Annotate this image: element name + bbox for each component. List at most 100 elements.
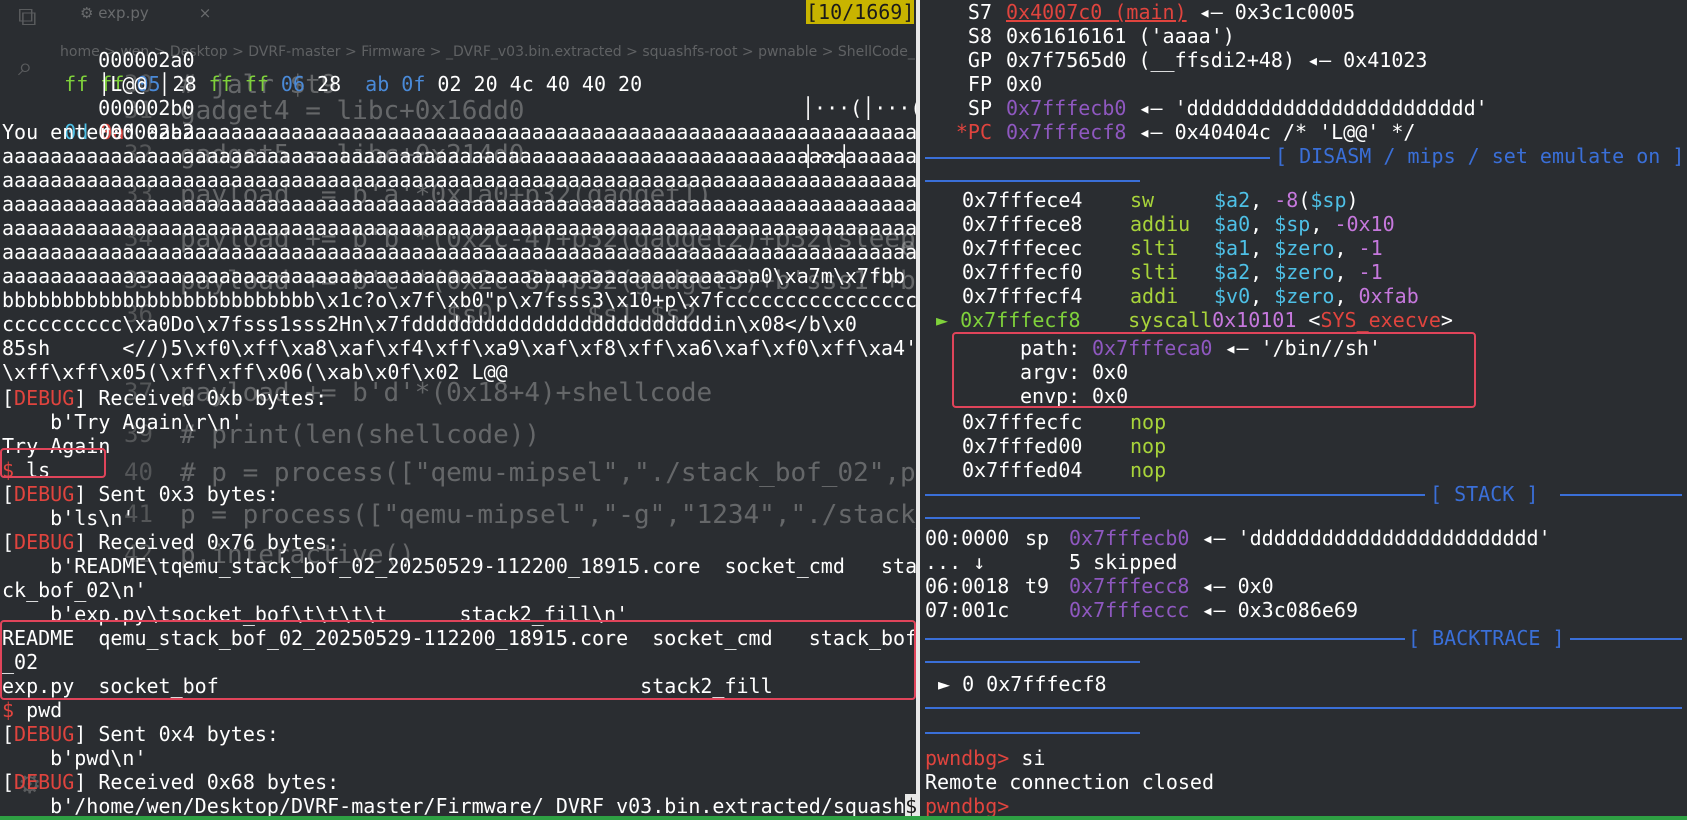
register-row: GP 0x7f7565d0 (__ffsdi2+48) ◂— 0x41023 — [920, 48, 1428, 72]
disasm-operands: $a0, $sp, -0x10 — [1214, 212, 1395, 236]
disasm-opcode: slti — [1130, 260, 1179, 284]
debug-data: b'README\tqemu_stack_bof_02_20250529-112… — [2, 554, 918, 578]
disasm-row: 0x7fffecf4 addi $v0, $zero, 0xfab — [962, 284, 1419, 308]
gdb-output: Remote connection closed — [925, 770, 1214, 794]
operand-token: , — [1250, 188, 1275, 212]
gdb-command-line[interactable]: pwndbg> — [925, 794, 1009, 818]
hex-byte: ff — [208, 72, 245, 96]
register-name: FP — [967, 72, 992, 96]
operand-token: , — [1250, 284, 1275, 308]
operand-token: , — [1334, 284, 1359, 308]
hex-byte: ff — [244, 72, 281, 96]
stack-header: [ STACK ] — [1430, 482, 1539, 506]
debug-line: [DEBUG] Received 0x68 bytes: — [2, 770, 340, 794]
register-name: S7 — [967, 0, 992, 24]
stack-offset: 06:0018 — [925, 574, 1010, 598]
separator-line — [925, 661, 1140, 663]
program-output-line: aaaaaaaaaaaaaaaaaaaaaaaaaaaaaaaaaaaaaaaa… — [2, 216, 978, 240]
debug-line: [DEBUG] Received 0x76 bytes: — [2, 530, 340, 554]
separator-line — [925, 517, 1140, 519]
stack-address: 0x7fffecc8 — [1069, 574, 1202, 598]
ls-command-highlight-box — [0, 448, 106, 478]
separator-line — [925, 180, 1140, 182]
operand-token: , — [1334, 260, 1359, 284]
disasm-address: 0x7fffecf0 — [962, 260, 1083, 284]
stack-register: sp — [1025, 526, 1050, 550]
operand-token: $sp — [1274, 212, 1311, 236]
operand-token: , — [1310, 212, 1335, 236]
debug-line: [DEBUG] Received 0xb bytes: — [2, 386, 328, 410]
hex-byte: 0f — [401, 72, 438, 96]
register-value: 0x61616161 ('aaaa') — [1006, 24, 1235, 48]
operand-token: $a1 — [1214, 236, 1251, 260]
syscall-symbol: <SYS_execve> — [1308, 308, 1453, 332]
separator-line — [1560, 494, 1682, 496]
debug-data: b'pwd\n' — [2, 746, 147, 770]
disasm-operands: $v0, $zero, 0xfab — [1214, 284, 1419, 308]
disasm-opcode: nop — [1130, 434, 1167, 458]
syscall-name: SYS_execve — [1320, 308, 1441, 332]
disasm-address: 0x7fffecec — [962, 236, 1083, 260]
register-deref: ◂— 0x3c1c0005 — [1186, 0, 1356, 24]
gdb-command-line[interactable]: pwndbg> si — [925, 746, 1045, 770]
operand-token: $zero — [1274, 260, 1335, 284]
disasm-address: 0x7fffed00 — [962, 434, 1083, 458]
stack-row: ... ↓ 5 skipped — [925, 550, 1177, 574]
separator-line — [1570, 638, 1682, 640]
operand-token: ) — [1346, 188, 1359, 212]
register-row: SP 0x7fffecb0 ◂— 'ddddddddddddddddddddddd… — [920, 96, 1488, 120]
operand-token: $a2 — [1214, 188, 1251, 212]
stack-row: 00:0000 sp 0x7fffecb0 ◂— 'dddddddddddddddd… — [925, 526, 1551, 550]
hexdump-ascii-tail: │L@@ │ — [98, 72, 171, 96]
disasm-address: 0x7fffecf4 — [962, 284, 1083, 308]
debug-data: b'/home/wen/Desktop/DVRF-master/Firmware… — [2, 794, 918, 818]
disasm-address: 0x7fffece4 — [962, 188, 1083, 212]
disasm-opcode: slti — [1130, 236, 1179, 260]
separator-line — [925, 707, 1682, 709]
register-row: S7 0x4007c0 (main) ◂— 0x3c1c0005 — [920, 0, 1355, 24]
separator-line — [925, 157, 1270, 159]
stack-address: 0x7fffeccc — [1069, 598, 1202, 622]
disasm-opcode: nop — [1130, 410, 1167, 434]
stack-value: ◂— 0x3c086e69 — [1201, 598, 1358, 622]
operand-token: , — [1250, 236, 1275, 260]
hexdump-counter: [10/1669] — [806, 0, 915, 24]
hex-byte: 20 — [473, 72, 510, 96]
program-output-line: aaaaaaaaaaaaaaaaaaaaaaaaaaaaaaaaaaaaaaaa… — [2, 264, 906, 288]
register-value: 0x4007c0 (main) — [1006, 0, 1187, 24]
register-name: *PC — [955, 120, 992, 144]
program-output-line: \xff\xff\x05(\xff\xff\x06(\xab\x0f\x02 L… — [2, 360, 508, 384]
shell-command-line[interactable]: $ pwd — [2, 698, 62, 722]
disasm-operands: $a2, $zero, -1 — [1214, 260, 1383, 284]
status-bar — [0, 816, 1687, 820]
hex-byte: ab — [365, 72, 402, 96]
hex-byte: 4c — [509, 72, 546, 96]
debug-data: ck_bof_02\n' — [2, 578, 147, 602]
disasm-opcode: sw — [1130, 188, 1155, 212]
operand-token: , — [1250, 212, 1275, 236]
operand-token: , — [1250, 260, 1275, 284]
disasm-operands: 0x10101 — [1212, 308, 1309, 332]
disasm-address: 0x7fffecfc — [962, 410, 1083, 434]
disasm-address: 0x7fffecf8 — [960, 308, 1081, 332]
disasm-opcode: nop — [1130, 458, 1167, 482]
disasm-header: [ DISASM / mips / set emulate on ] — [1275, 144, 1685, 168]
hexdump-row: 000002b2 — [98, 120, 195, 144]
disasm-opcode: addiu — [1130, 212, 1191, 236]
current-instruction-marker-icon: ► — [936, 308, 961, 332]
stack-offset: ... ↓ — [925, 550, 986, 574]
ls-output-highlight-box — [0, 620, 916, 700]
operand-token: ( — [1298, 188, 1311, 212]
disasm-row: 0x7fffed00 nop — [962, 434, 1166, 458]
gdb-command: si — [1009, 746, 1046, 770]
separator-line — [925, 494, 1425, 496]
disasm-row: 0x7fffecec slti $a1, $zero, -1 — [962, 236, 1383, 260]
hex-byte: 06 — [280, 72, 318, 96]
program-output-line: 85sh <//)5\xf0\xff\xa8\xaf\xf4\xff\xa9\x… — [2, 336, 918, 360]
register-value: 0x0 — [1006, 72, 1043, 96]
stack-register: t9 — [1025, 574, 1050, 598]
operand-token: 0xfab — [1358, 284, 1419, 308]
disasm-opcode: addi — [1130, 284, 1179, 308]
operand-token: $a2 — [1214, 260, 1251, 284]
program-output-line: bbbbbbbbbbbbbbbbbbbbbbbbbb\x1c?o\x7f\xb0… — [2, 288, 918, 312]
